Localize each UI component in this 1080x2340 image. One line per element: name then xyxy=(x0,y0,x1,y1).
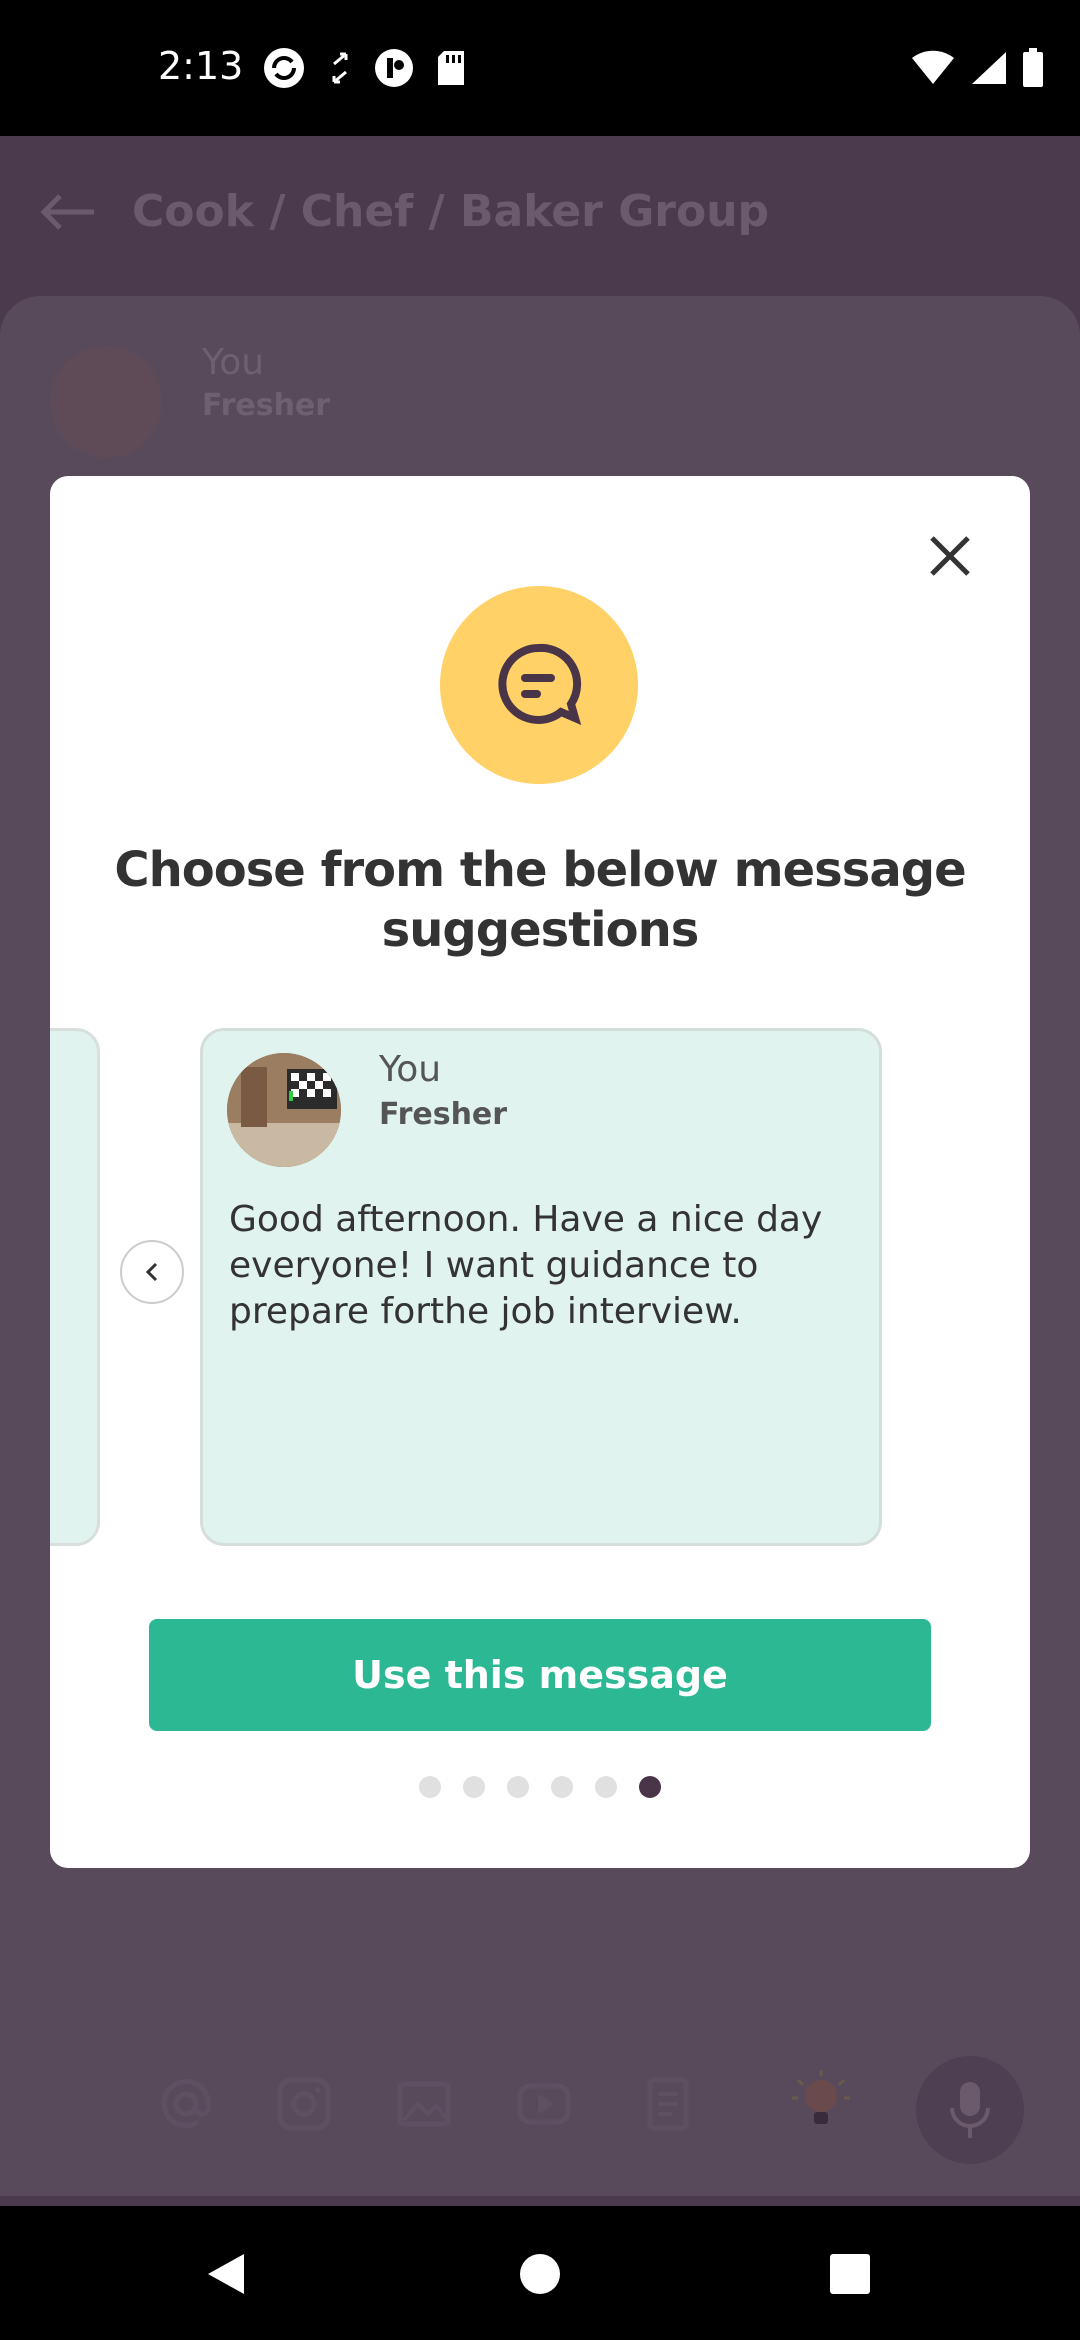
mic-icon xyxy=(950,2082,990,2138)
pagination-dots xyxy=(50,1776,1030,1798)
sdcard-icon xyxy=(438,51,464,85)
message-suggestions-dialog: Choose from the below message suggestion… xyxy=(50,476,1030,1868)
app-header: Cook / Chef / Baker Group xyxy=(0,136,1080,296)
back-arrow-icon[interactable] xyxy=(40,192,96,232)
suggestion-card[interactable]: You Fresher Good afternoon. Have a nice … xyxy=(200,1028,882,1546)
app-icon xyxy=(375,49,413,87)
chat-bubble-icon-circle xyxy=(440,586,638,784)
pagination-dot[interactable] xyxy=(507,1776,529,1798)
image-icon[interactable] xyxy=(396,2076,452,2132)
wifi-icon xyxy=(912,50,954,84)
suggestion-message-text: Good afternoon. Have a nice day everyone… xyxy=(229,1199,823,1332)
pagination-dot[interactable] xyxy=(419,1776,441,1798)
post-author-name: You xyxy=(202,342,265,383)
use-this-message-button[interactable]: Use this message xyxy=(149,1619,931,1731)
chevron-left-icon xyxy=(145,1262,158,1282)
chat-bubble-icon xyxy=(498,643,582,725)
dialog-title: Choose from the below message suggestion… xyxy=(114,842,966,958)
status-icons-right xyxy=(910,48,1044,88)
avatar xyxy=(227,1053,341,1167)
card-author-name: You xyxy=(379,1049,442,1090)
navigation-bar xyxy=(0,2206,1080,2340)
pagination-dot[interactable] xyxy=(551,1776,573,1798)
avatar xyxy=(50,346,162,458)
pagination-dot[interactable] xyxy=(463,1776,485,1798)
pagination-dot[interactable] xyxy=(595,1776,617,1798)
group-title: Cook / Chef / Baker Group xyxy=(132,186,770,237)
sync-icon xyxy=(264,48,304,88)
document-icon[interactable] xyxy=(640,2076,696,2132)
previous-suggestion-card[interactable] xyxy=(50,1028,100,1546)
mic-button[interactable] xyxy=(916,2056,1024,2164)
suggestion-carousel[interactable]: You Fresher Good afternoon. Have a nice … xyxy=(50,1028,1030,1548)
at-icon[interactable] xyxy=(158,2076,214,2132)
carousel-prev-button[interactable] xyxy=(120,1240,184,1304)
youtube-icon[interactable] xyxy=(516,2076,572,2132)
nav-recents-icon[interactable] xyxy=(830,2254,870,2294)
status-bar: 2:13 xyxy=(0,0,1080,136)
card-author-subtitle: Fresher xyxy=(379,1097,508,1132)
instagram-icon[interactable] xyxy=(276,2076,332,2132)
nav-home-icon[interactable] xyxy=(520,2254,560,2294)
composer-toolbar xyxy=(0,2016,1080,2166)
status-icons-left xyxy=(262,46,466,90)
signal-icon xyxy=(972,52,1006,84)
post-author-subtitle: Fresher xyxy=(202,388,331,423)
close-icon[interactable] xyxy=(926,532,974,580)
transfer-icon xyxy=(332,52,348,84)
nav-back-icon[interactable] xyxy=(204,2250,248,2298)
pagination-dot-active[interactable] xyxy=(639,1776,661,1798)
bulb-icon[interactable] xyxy=(786,2066,856,2136)
battery-icon xyxy=(1023,48,1043,87)
status-time: 2:13 xyxy=(158,44,244,88)
